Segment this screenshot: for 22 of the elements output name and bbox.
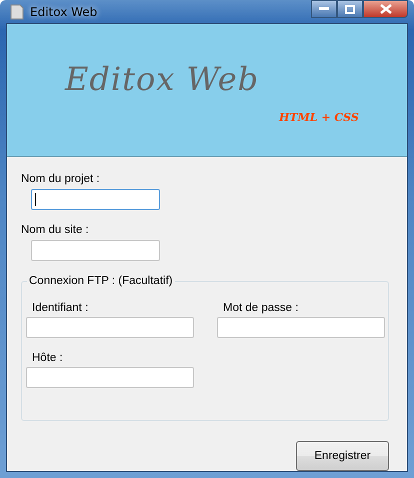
app-subtitle: HTML + CSS [279, 111, 359, 124]
close-icon [380, 4, 392, 14]
field-label: Nom du site : [21, 224, 90, 236]
input-field[interactable] [26, 367, 194, 388]
maximize-icon [345, 4, 355, 14]
maximize-button[interactable] [337, 0, 363, 18]
window-title: Editox Web [30, 4, 98, 18]
input-field[interactable] [31, 240, 160, 261]
minimize-button[interactable] [311, 0, 337, 18]
input-field[interactable] [26, 317, 194, 338]
input-field[interactable] [31, 189, 160, 210]
field-label: Identifiant : [31, 302, 90, 314]
minimize-icon [319, 7, 329, 11]
field-label: Mot de passe : [222, 302, 300, 314]
close-button[interactable] [363, 0, 408, 18]
save-button[interactable]: Enregistrer [296, 441, 389, 471]
document-icon [10, 4, 24, 20]
field-label: Hôte : [31, 352, 64, 364]
group-legend: Connexion FTP : (Facultatif) [27, 275, 175, 287]
app-logo-title: Editox Web [65, 60, 260, 98]
input-field[interactable] [217, 317, 385, 338]
field-label: Nom du projet : [21, 173, 101, 185]
